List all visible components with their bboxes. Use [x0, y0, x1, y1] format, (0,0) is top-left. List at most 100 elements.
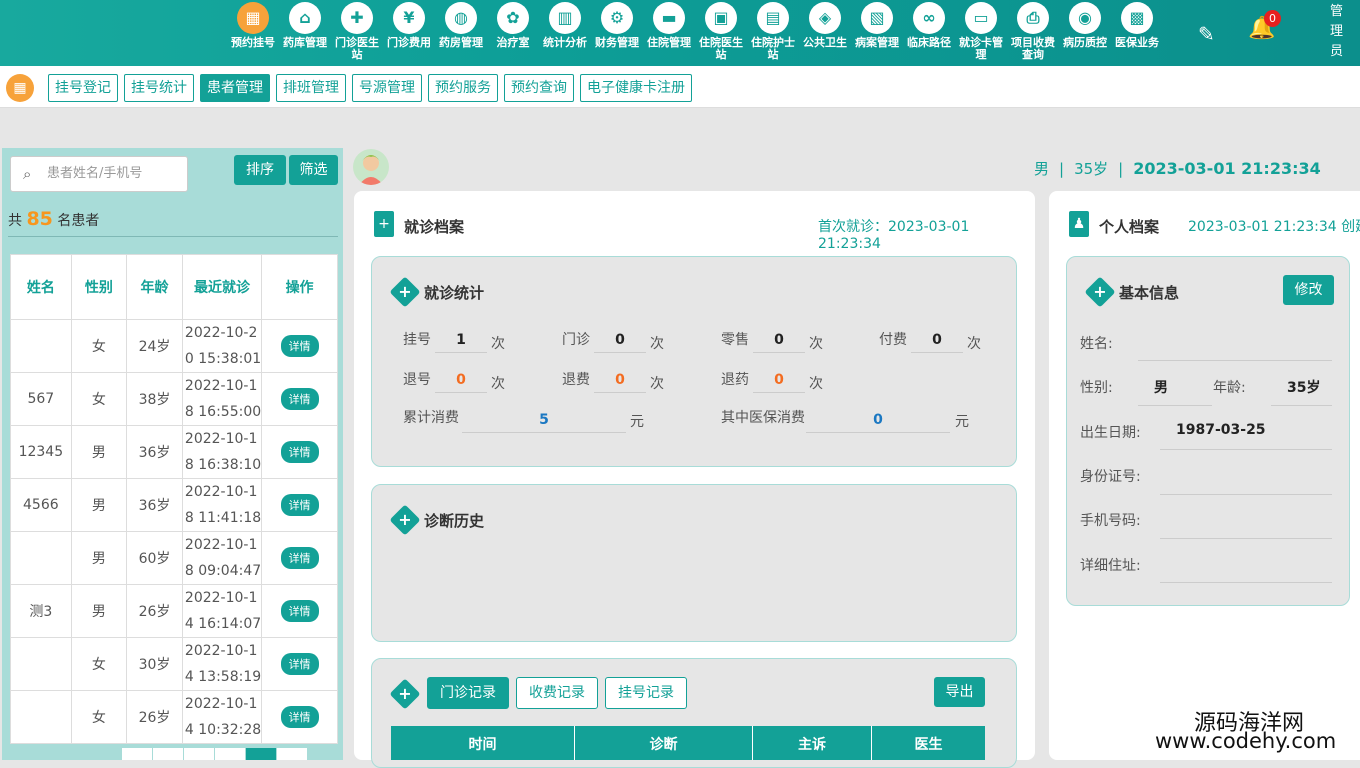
nav-item-15[interactable]: ⎙ 项目收费查询: [1008, 0, 1058, 66]
search-input[interactable]: ⌕ 患者姓名/手机号: [10, 156, 188, 192]
detail-button[interactable]: 详情: [280, 653, 319, 675]
nav-item-1[interactable]: ⌂ 药库管理: [280, 0, 330, 66]
nav-item-13[interactable]: ∞ 临床路径: [904, 0, 954, 66]
nav-item-10[interactable]: ▤ 住院护士站: [748, 0, 798, 66]
nav-item-11[interactable]: ◈ 公共卫生: [800, 0, 850, 66]
pencil-icon[interactable]: ✎: [1198, 22, 1215, 46]
stat-unit: 次: [491, 376, 505, 392]
history-title: 诊断历史: [424, 512, 485, 530]
tab-6[interactable]: 预约查询: [504, 74, 574, 102]
detail-button[interactable]: 详情: [280, 441, 319, 463]
ins-value: 0: [806, 407, 950, 433]
nav-item-9[interactable]: ▣ 住院医生站: [696, 0, 746, 66]
last-visit-line2: 8 16:55:00: [184, 404, 262, 420]
tab-2[interactable]: 患者管理: [200, 74, 270, 102]
detail-button[interactable]: 详情: [280, 547, 319, 569]
name-field-line: [1138, 360, 1332, 361]
table-row[interactable]: 4566 男 36岁 2022-10-1 8 11:41:18 详情: [10, 478, 338, 532]
record-icon: ▧: [861, 2, 893, 34]
nav-item-12[interactable]: ▧ 病案管理: [852, 0, 902, 66]
nav-item-17[interactable]: ▩ 医保业务: [1112, 0, 1162, 66]
detail-button[interactable]: 详情: [280, 706, 319, 728]
filter-button[interactable]: 筛选: [289, 155, 338, 185]
plus-icon: +: [389, 504, 421, 536]
tab-3[interactable]: 排班管理: [276, 74, 346, 102]
table-row[interactable]: 567 女 38岁 2022-10-1 8 16:55:00 详情: [10, 372, 338, 426]
tab-7[interactable]: 电子健康卡注册: [580, 74, 692, 102]
stat-unit: 次: [491, 336, 505, 352]
cell-action: 详情: [261, 690, 338, 744]
last-visit-line2: 0 15:38:01: [184, 351, 262, 367]
page-button[interactable]: [184, 748, 214, 760]
detail-button[interactable]: 详情: [280, 388, 319, 410]
cell-sex: 男: [70, 531, 128, 585]
nav-item-4[interactable]: ◍ 药房管理: [436, 0, 486, 66]
cell-action: 详情: [261, 478, 338, 532]
nav-item-label: 就诊卡管理: [959, 36, 1003, 61]
table-row[interactable]: 男 60岁 2022-10-1 8 09:04:47 详情: [10, 531, 338, 585]
table-row[interactable]: 女 26岁 2022-10-1 4 10:32:28 详情: [10, 690, 338, 744]
cell-age: 36岁: [126, 478, 183, 532]
cell-sex: 男: [70, 584, 128, 638]
cell-last-visit: 2022-10-1 4 16:14:07: [181, 584, 263, 638]
table-row[interactable]: 12345 男 36岁 2022-10-1 8 16:38:10 详情: [10, 425, 338, 479]
cell-name: [10, 690, 72, 744]
count-prefix: 共: [8, 213, 22, 229]
insurance-icon: ▩: [1121, 2, 1153, 34]
cell-name: [10, 637, 72, 691]
column-header: 性别: [70, 254, 128, 320]
person-icon: ♟: [1069, 211, 1089, 237]
detail-button[interactable]: 详情: [280, 335, 319, 357]
doctor-card-icon: ▣: [705, 2, 737, 34]
nav-item-5[interactable]: ✿ 治疗室: [488, 0, 538, 66]
cell-last-visit: 2022-10-1 8 16:38:10: [181, 425, 263, 479]
sort-button[interactable]: 排序: [234, 155, 286, 185]
tab-4[interactable]: 号源管理: [352, 74, 422, 102]
plus-icon: +: [389, 276, 421, 308]
detail-button[interactable]: 详情: [280, 494, 319, 516]
export-button[interactable]: 导出: [934, 677, 985, 707]
page-button[interactable]: [215, 748, 245, 760]
detail-button[interactable]: 详情: [280, 600, 319, 622]
table-row[interactable]: 女 30岁 2022-10-1 4 13:58:19 详情: [10, 637, 338, 691]
nav-item-label: 住院医生站: [699, 36, 743, 61]
tab-fee-records[interactable]: 收费记录: [516, 677, 598, 709]
phone-label: 手机号码:: [1080, 513, 1141, 529]
address-field-line: [1160, 582, 1332, 583]
stat-unit: 次: [650, 376, 664, 392]
sex-label: 性别:: [1080, 380, 1113, 396]
page-button-current[interactable]: [246, 748, 276, 760]
stat-unit: 次: [809, 336, 823, 352]
col-time: 时间: [391, 726, 575, 760]
tab-5[interactable]: 预约服务: [428, 74, 498, 102]
nav-item-7[interactable]: ⚙ 财务管理: [592, 0, 642, 66]
nav-item-3[interactable]: ¥ 门诊费用: [384, 0, 434, 66]
stat-value: 0: [594, 327, 646, 353]
column-header: 操作: [261, 254, 338, 320]
tab-0[interactable]: 挂号登记: [48, 74, 118, 102]
admin-user[interactable]: 管理员: [1330, 2, 1350, 62]
visit-title: 就诊档案: [404, 218, 465, 236]
search-placeholder: 患者姓名/手机号: [47, 166, 143, 181]
page-button[interactable]: [277, 748, 307, 760]
page-button[interactable]: [122, 748, 152, 760]
patient-table: 姓名 性别 年龄 最近就诊 操作 女 24岁 2022-10-2 0 15:38:01 详情 56…: [10, 254, 338, 744]
cell-last-visit: 2022-10-1 4 13:58:19: [181, 637, 263, 691]
tab-registration-records[interactable]: 挂号记录: [605, 677, 687, 709]
patient-datetime: 2023-03-01 21:23:34: [1133, 159, 1321, 178]
table-row[interactable]: 测3 男 26岁 2022-10-1 4 16:14:07 详情: [10, 584, 338, 638]
age-field-line: [1271, 405, 1332, 406]
nav-item-0[interactable]: ▦ 预约挂号: [228, 0, 278, 66]
nav-item-8[interactable]: ▬ 住院管理: [644, 0, 694, 66]
nav-item-2[interactable]: ✚ 门诊医生站: [332, 0, 382, 66]
page-button[interactable]: [153, 748, 183, 760]
nav-item-6[interactable]: ▥ 统计分析: [540, 0, 590, 66]
tab-1[interactable]: 挂号统计: [124, 74, 194, 102]
nav-item-14[interactable]: ▭ 就诊卡管理: [956, 0, 1006, 66]
nav-item-16[interactable]: ◉ 病历质控: [1060, 0, 1110, 66]
last-visit-line1: 2022-10-1: [184, 643, 258, 659]
records-table-header: 时间 诊断 主诉 医生: [391, 726, 985, 760]
table-row[interactable]: 女 24岁 2022-10-2 0 15:38:01 详情: [10, 319, 338, 373]
tab-outpatient-records[interactable]: 门诊记录: [427, 677, 509, 709]
edit-button[interactable]: 修改: [1283, 275, 1334, 305]
